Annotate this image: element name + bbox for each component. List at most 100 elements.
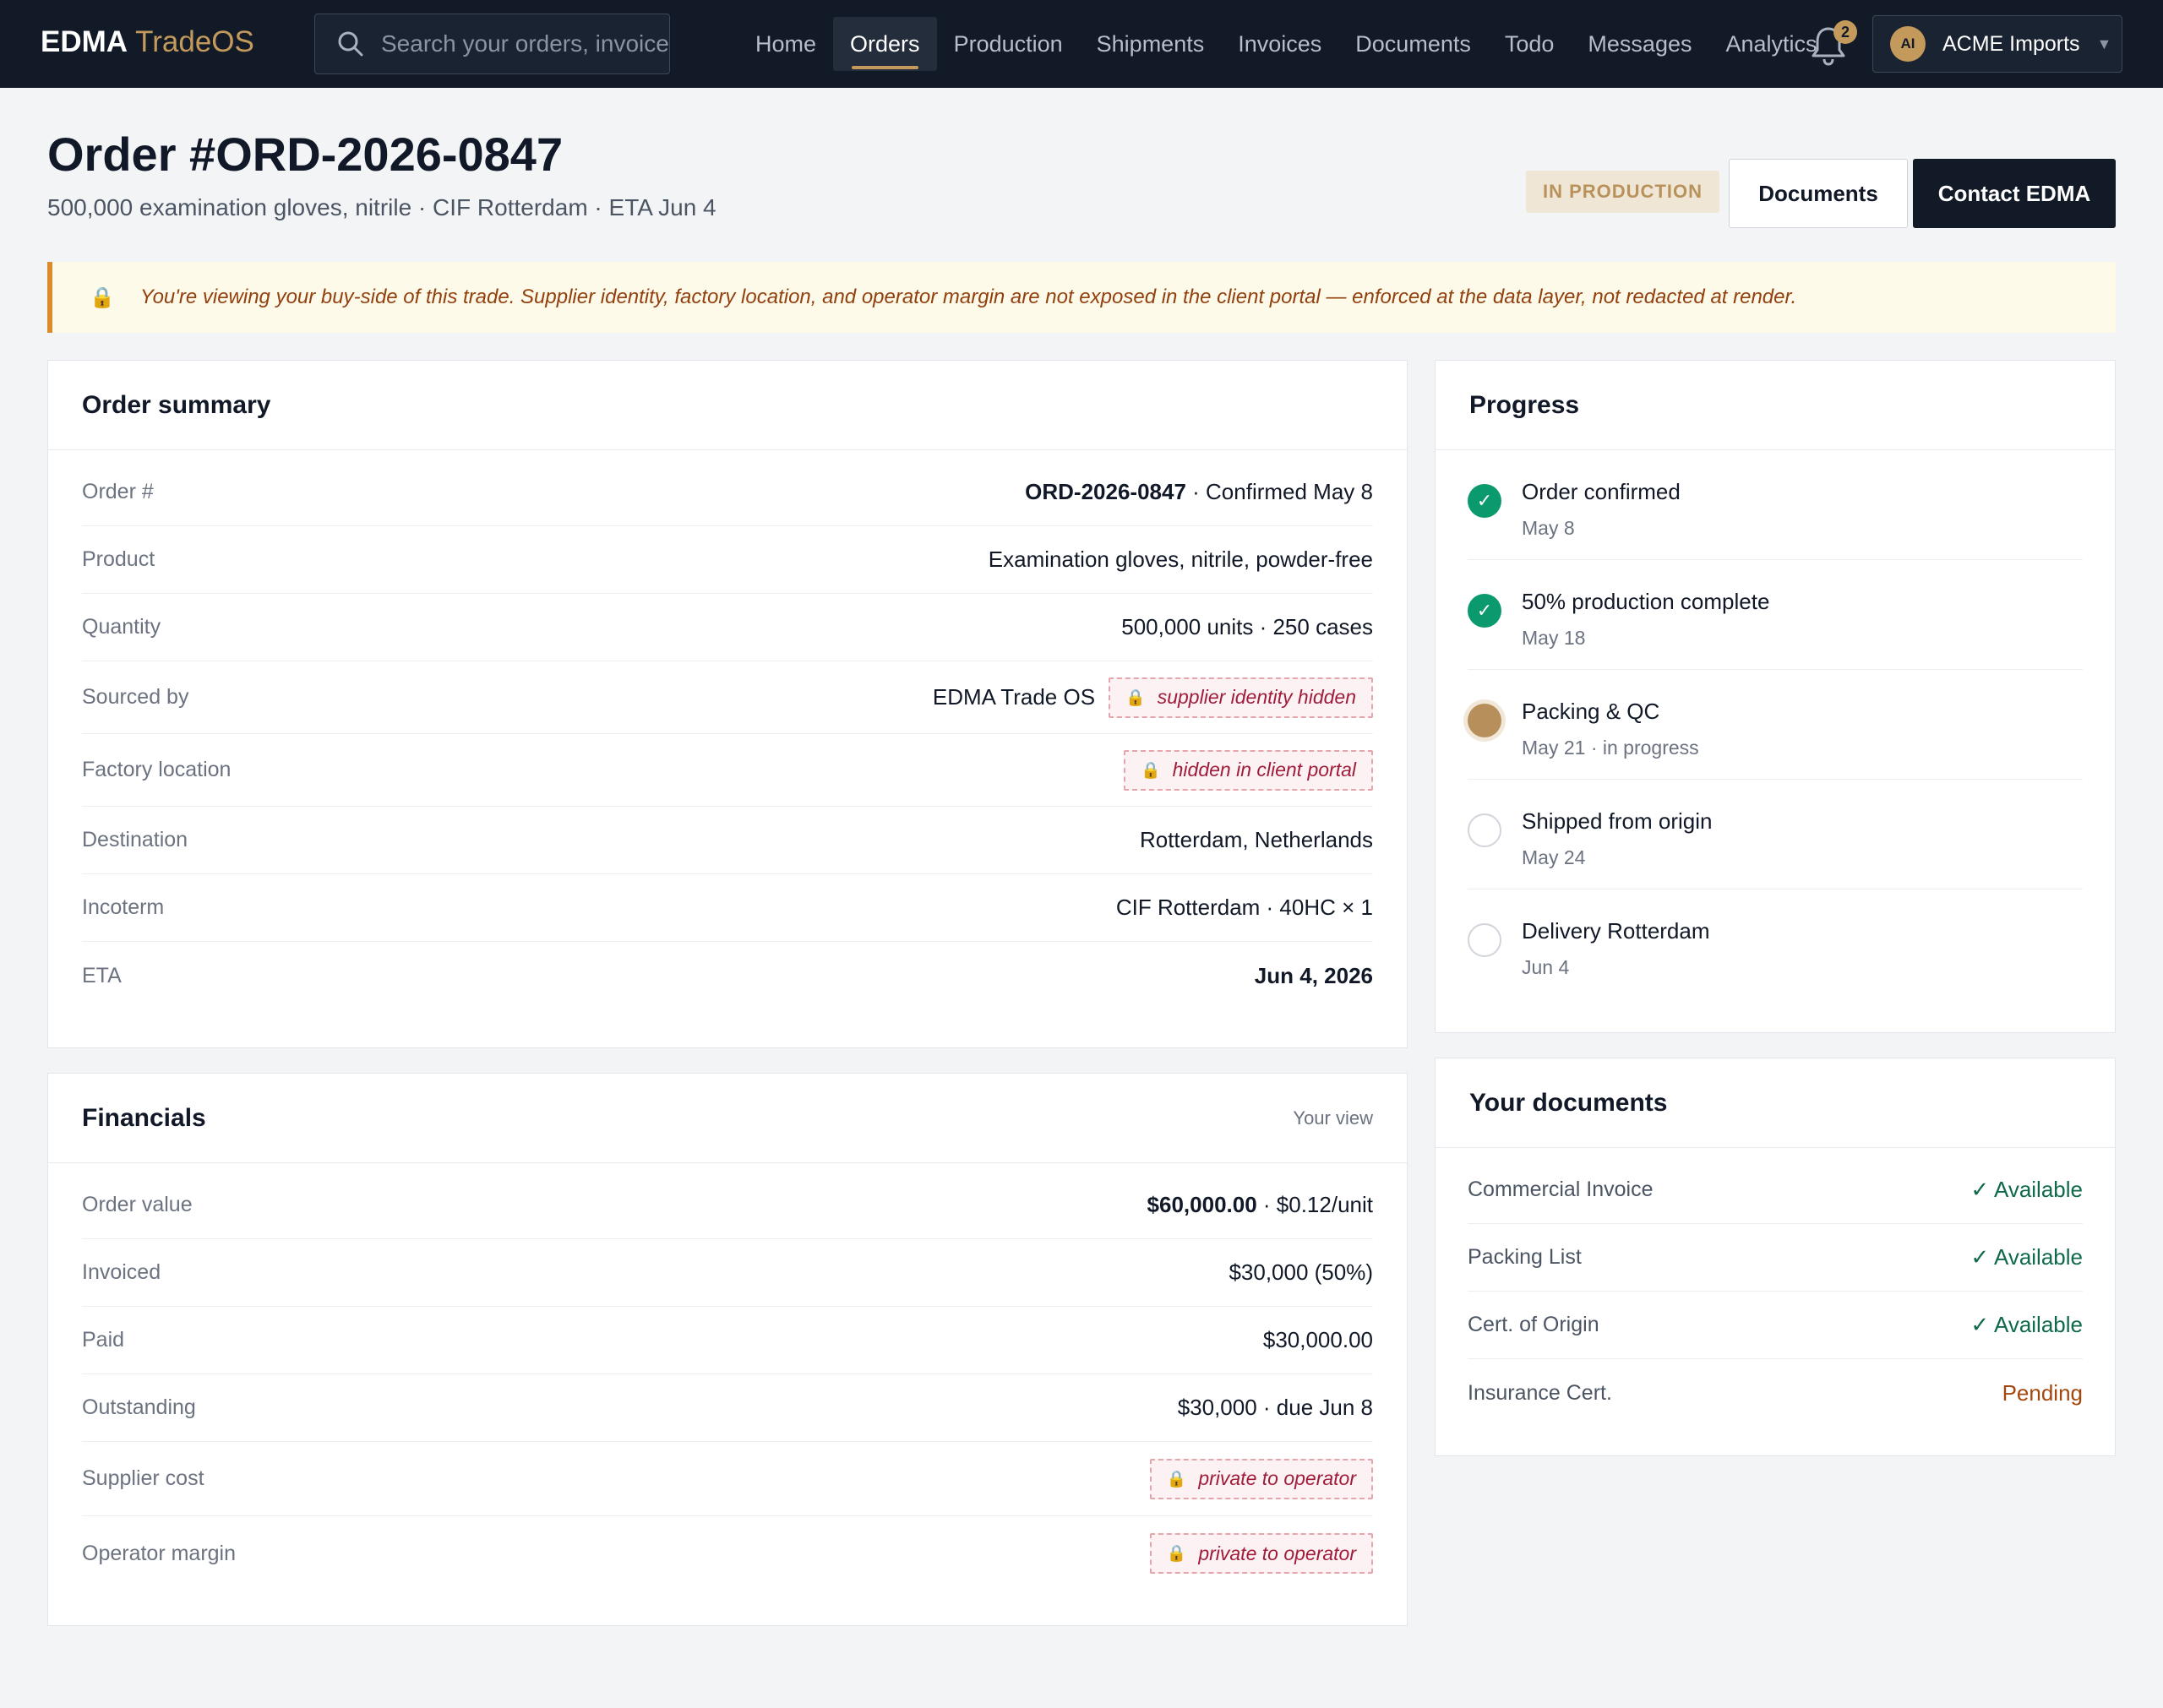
nav-todo[interactable]: Todo [1488,17,1572,71]
step-title: Order confirmed [1522,479,1681,504]
invoiced-value: $30,000 (50%) [1229,1259,1373,1285]
supplier-cost-private-text: private to operator [1198,1467,1356,1489]
document-row[interactable]: Commercial Invoice ✓ Available [1468,1156,2083,1224]
document-name[interactable]: Packing List [1468,1245,1582,1270]
order-number-label: Order # [82,480,154,503]
summary-row-destination: Destination Rotterdam, Netherlands [82,807,1373,874]
document-name[interactable]: Commercial Invoice [1468,1178,1654,1202]
documents-list: Commercial Invoice ✓ Available Packing L… [1436,1148,2115,1427]
nav-messages[interactable]: Messages [1571,17,1708,71]
operator-margin-private-tag: 🔒 private to operator [1149,1533,1373,1574]
outstanding-label: Outstanding [82,1395,196,1419]
nav-production[interactable]: Production [937,17,1080,71]
page-title: Order #ORD-2026-0847 [47,128,564,181]
order-summary-header: Order summary [48,361,1407,450]
financials-row-order-value: Order value $60,000.00 · $0.12/unit [82,1172,1373,1239]
main-nav: Home Orders Production Shipments Invoice… [738,17,1834,71]
nav-orders[interactable]: Orders [833,17,937,71]
financials-row-operator-margin: Operator margin 🔒 private to operator [82,1516,1373,1591]
order-summary-rows: Order # ORD-2026-0847 · Confirmed May 8 … [48,450,1407,1009]
financials-header: Financials Your view [48,1074,1407,1163]
paid-value: $30,000.00 [1262,1327,1373,1352]
summary-row-sourced-by: Sourced by EDMA Trade OS 🔒 supplier iden… [82,661,1373,734]
order-summary-card: Order summary Order # ORD-2026-0847 · Co… [47,360,1408,1048]
nav-home[interactable]: Home [738,17,833,71]
operator-margin-value: 🔒 private to operator [1149,1533,1373,1574]
document-status: Pending [2002,1379,2083,1406]
document-row[interactable]: Packing List ✓ Available [1468,1224,2083,1292]
quantity-value: 500,000 units · 250 cases [1121,614,1373,639]
financials-row-outstanding: Outstanding $30,000 · due Jun 8 [82,1374,1373,1442]
summary-row-product: Product Examination gloves, nitrile, pow… [82,526,1373,594]
brand-logo[interactable]: EDMA TradeOS [41,24,254,61]
supplier-cost-value: 🔒 private to operator [1149,1458,1373,1499]
summary-row-order: Order # ORD-2026-0847 · Confirmed May 8 [82,459,1373,526]
brand-name-light: TradeOS [135,25,254,58]
pending-circle-icon [1468,923,1501,957]
step-date: May 18 [1522,627,1586,649]
lock-icon: 🔒 [1166,1545,1187,1563]
factory-location-label: Factory location [82,758,232,781]
lock-icon: 🔒 [1166,1470,1187,1488]
status-badge: IN PRODUCTION [1526,171,1719,213]
step-title: 50% production complete [1522,589,1770,614]
step-title: Packing & QC [1522,699,1660,724]
summary-row-incoterm: Incoterm CIF Rotterdam · 40HC × 1 [82,874,1373,942]
nav-shipments[interactable]: Shipments [1080,17,1222,71]
sourced-by-label: Sourced by [82,685,189,709]
order-number: ORD-2026-0847 [1025,479,1186,504]
product-label: Product [82,547,155,571]
pending-circle-icon [1468,813,1501,847]
supplier-hidden-text: supplier identity hidden [1157,686,1356,708]
outstanding-value: $30,000 · due Jun 8 [1177,1395,1373,1420]
progress-step-text: 50% production complete May 18 [1522,589,1769,650]
summary-row-factory: Factory location 🔒 hidden in client port… [82,734,1373,807]
factory-location-value: 🔒 hidden in client portal [1123,749,1373,791]
documents-header: Your documents [1436,1058,2115,1148]
account-switcher[interactable]: AI ACME Imports ▼ [1872,15,2122,73]
top-navigation-bar: EDMA TradeOS Home Orders Production Ship… [0,0,2163,88]
documents-button[interactable]: Documents [1729,159,1908,228]
supplier-hidden-tag: 🔒 supplier identity hidden [1109,677,1373,718]
order-confirmed-date: · Confirmed May 8 [1185,479,1373,504]
account-name: ACME Imports [1942,31,2080,56]
contact-edma-button[interactable]: Contact EDMA [1913,159,2116,228]
financials-row-invoiced: Invoiced $30,000 (50%) [82,1239,1373,1307]
search-box[interactable] [314,14,670,74]
document-row[interactable]: Cert. of Origin ✓ Available [1468,1292,2083,1359]
document-status: ✓ Available [1970,1244,2083,1270]
progress-steps: ✓ Order confirmed May 8 ✓ 50% production… [1436,450,2115,999]
nav-invoices[interactable]: Invoices [1221,17,1338,71]
financials-title: Financials [82,1103,206,1132]
step-date: May 24 [1522,846,1586,868]
documents-card: Your documents Commercial Invoice ✓ Avai… [1435,1058,2116,1456]
check-icon: ✓ [1468,484,1501,518]
progress-step-text: Packing & QC May 21 · in progress [1522,699,1699,759]
sourced-by-value: EDMA Trade OS 🔒 supplier identity hidden [933,677,1373,718]
sourced-by-name: EDMA Trade OS [932,684,1096,710]
document-name[interactable]: Insurance Cert. [1468,1381,1612,1406]
step-date: Jun 4 [1522,956,1570,978]
search-input[interactable] [381,30,668,57]
quantity-label: Quantity [82,615,161,639]
financials-row-paid: Paid $30,000.00 [82,1307,1373,1374]
financials-rows: Order value $60,000.00 · $0.12/unit Invo… [48,1163,1407,1591]
progress-step: Delivery Rotterdam Jun 4 [1468,889,2083,999]
privacy-notice: 🔒 You're viewing your buy-side of this t… [47,262,2116,333]
order-number-value: ORD-2026-0847 · Confirmed May 8 [1025,479,1373,505]
document-status: ✓ Available [1970,1312,2083,1337]
notifications-button[interactable]: 2 [1808,20,1857,69]
document-row[interactable]: Insurance Cert. Pending [1468,1359,2083,1427]
supplier-cost-private-tag: 🔒 private to operator [1149,1458,1373,1499]
nav-documents[interactable]: Documents [1338,17,1488,71]
document-name[interactable]: Cert. of Origin [1468,1313,1599,1337]
factory-hidden-tag: 🔒 hidden in client portal [1123,749,1373,791]
progress-step: ✓ Order confirmed May 8 [1468,450,2083,560]
progress-step: Packing & QC May 21 · in progress [1468,670,2083,780]
order-value-amount: $60,000.00 [1147,1192,1257,1217]
search-icon [338,31,363,57]
operator-margin-private-text: private to operator [1198,1542,1356,1564]
eta-value: Jun 4, 2026 [1254,962,1373,988]
paid-label: Paid [82,1328,125,1352]
product-value: Examination gloves, nitrile, powder-free [988,547,1373,572]
